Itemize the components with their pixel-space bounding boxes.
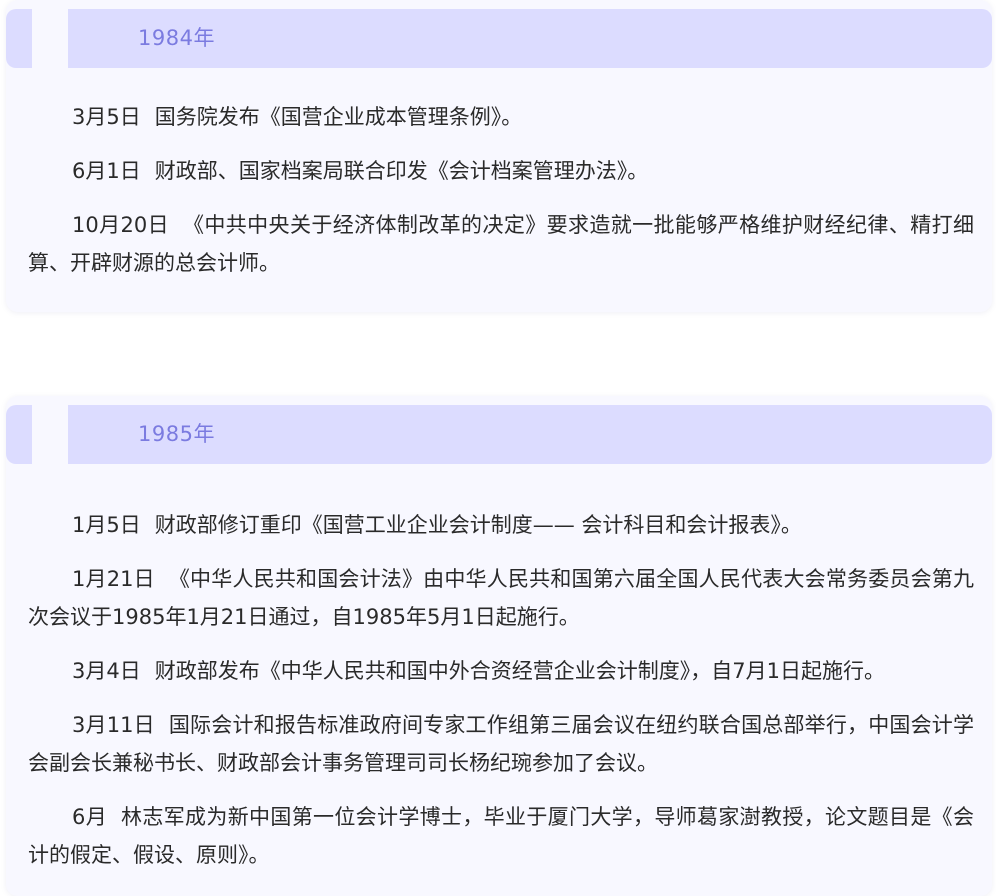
year-header-accent (6, 9, 32, 68)
event-text: 《中共中央关于经济体制改革的决定》要求造就一批能够严格维护财经纪律、精打细算、开… (28, 213, 974, 275)
year-header: 1985年 (6, 405, 992, 464)
event-date: 6月 (72, 805, 108, 829)
event-item: 3月4日 财政部发布《中华人民共和国中外合资经营企业会计制度》，自7月1日起施行。 (28, 652, 974, 690)
event-item: 1月5日 财政部修订重印《国营工业企业会计制度—— 会计科目和会计报表》。 (28, 506, 974, 544)
year-header-bar: 1985年 (68, 405, 992, 464)
event-text: 《中华人民共和国会计法》由中华人民共和国第六届全国人民代表大会常务委员会第九次会… (28, 567, 974, 629)
event-list: 1月5日 财政部修订重印《国营工业企业会计制度—— 会计科目和会计报表》。 1月2… (28, 506, 974, 890)
event-item: 3月5日 国务院发布《国营企业成本管理条例》。 (28, 98, 974, 136)
event-text: 国务院发布《国营企业成本管理条例》。 (154, 105, 523, 129)
year-section-1985: 1985年 1月5日 财政部修订重印《国营工业企业会计制度—— 会计科目和会计报表… (6, 396, 992, 896)
event-date: 10月20日 (72, 213, 169, 237)
event-item: 1月21日 《中华人民共和国会计法》由中华人民共和国第六届全国人民代表大会常务委员… (28, 560, 974, 636)
year-header-bar: 1984年 (68, 9, 992, 68)
event-date: 3月5日 (72, 105, 141, 129)
year-section-1984: 1984年 3月5日 国务院发布《国营企业成本管理条例》。 6月1日 财政部、国家档… (6, 0, 992, 312)
event-date: 3月11日 (72, 713, 155, 737)
year-header: 1984年 (6, 9, 992, 68)
year-label: 1984年 (138, 26, 215, 50)
event-text: 财政部发布《中华人民共和国中外合资经营企业会计制度》，自7月1日起施行。 (154, 659, 885, 683)
event-date: 3月4日 (72, 659, 141, 683)
event-date: 1月5日 (72, 513, 141, 537)
event-text: 财政部、国家档案局联合印发《会计档案管理办法》。 (154, 159, 649, 183)
event-text: 财政部修订重印《国营工业企业会计制度—— 会计科目和会计报表》。 (154, 513, 802, 537)
event-item: 3月11日 国际会计和报告标准政府间专家工作组第三届会议在纽约联合国总部举行，中国… (28, 706, 974, 782)
year-label: 1985年 (138, 422, 215, 446)
event-item: 6月1日 财政部、国家档案局联合印发《会计档案管理办法》。 (28, 152, 974, 190)
event-date: 1月21日 (72, 567, 155, 591)
event-date: 6月1日 (72, 159, 141, 183)
event-text: 国际会计和报告标准政府间专家工作组第三届会议在纽约联合国总部举行，中国会计学会副… (28, 713, 974, 775)
year-header-accent (6, 405, 32, 464)
event-item: 10月20日 《中共中央关于经济体制改革的决定》要求造就一批能够严格维护财经纪律、… (28, 206, 974, 282)
event-list: 3月5日 国务院发布《国营企业成本管理条例》。 6月1日 财政部、国家档案局联合印发… (28, 98, 974, 298)
event-item: 6月 林志军成为新中国第一位会计学博士，毕业于厦门大学，导师葛家澍教授，论文题目是… (28, 798, 974, 874)
event-text: 林志军成为新中国第一位会计学博士，毕业于厦门大学，导师葛家澍教授，论文题目是《会… (28, 805, 974, 867)
